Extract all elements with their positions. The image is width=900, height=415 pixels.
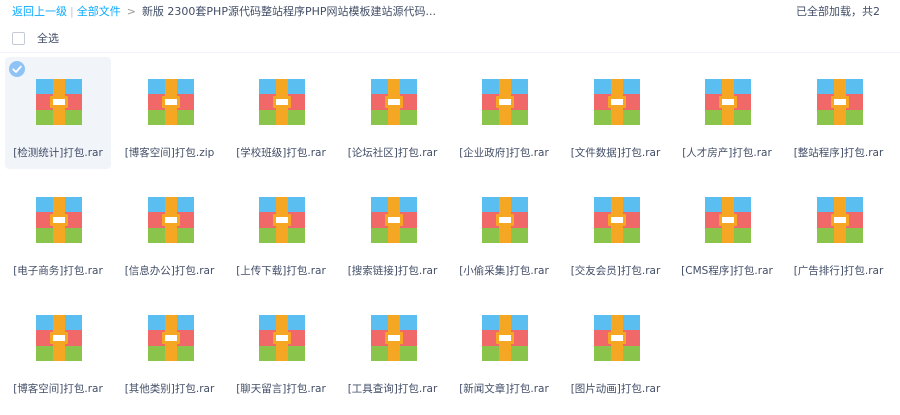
file-name[interactable]: [人才房产]打包.rar <box>674 145 780 160</box>
all-files-link[interactable]: 全部文件 <box>77 5 121 18</box>
file-name[interactable]: [CMS程序]打包.rar <box>674 263 780 278</box>
file-name[interactable]: [搜索链接]打包.rar <box>340 263 446 278</box>
archive-icon <box>593 79 640 125</box>
breadcrumb-arrow-icon: > <box>126 5 136 18</box>
archive-icon <box>705 197 751 243</box>
archive-icon <box>593 315 640 361</box>
archive-icon <box>482 197 528 243</box>
file-item[interactable]: [聊天留言]打包.rar <box>228 293 334 405</box>
file-item[interactable]: [小偷采集]打包.rar <box>451 175 557 287</box>
file-name[interactable]: [企业政府]打包.rar <box>451 145 557 160</box>
file-name[interactable]: [信息办公]打包.rar <box>117 263 223 278</box>
file-item[interactable]: [上传下载]打包.rar <box>228 175 334 287</box>
archive-icon <box>816 197 863 243</box>
file-item[interactable]: [图片动画]打包.rar <box>563 293 669 405</box>
file-name[interactable]: [论坛社区]打包.rar <box>340 145 446 160</box>
select-all-label[interactable]: 全选 <box>37 32 59 45</box>
file-item[interactable]: [博客空间]打包.zip <box>117 57 223 169</box>
file-name[interactable]: [学校班级]打包.rar <box>228 145 334 160</box>
file-name[interactable]: [其他类别]打包.rar <box>117 381 223 396</box>
select-all-checkbox[interactable] <box>12 31 25 45</box>
file-name[interactable]: [检测统计]打包.rar <box>5 145 111 160</box>
file-item[interactable]: [工具查询]打包.rar <box>340 293 446 405</box>
file-item[interactable]: [信息办公]打包.rar <box>117 175 223 287</box>
archive-icon <box>370 197 417 243</box>
file-item[interactable]: [CMS程序]打包.rar <box>674 175 780 287</box>
file-name[interactable]: [博客空间]打包.zip <box>117 145 223 160</box>
archive-icon <box>370 79 417 125</box>
file-name[interactable]: [电子商务]打包.rar <box>5 263 111 278</box>
archive-icon <box>147 315 194 361</box>
file-name[interactable]: [图片动画]打包.rar <box>563 381 669 396</box>
archive-icon <box>36 197 82 243</box>
file-item[interactable]: [论坛社区]打包.rar <box>340 57 446 169</box>
file-item[interactable]: [电子商务]打包.rar <box>5 175 111 287</box>
archive-icon <box>593 197 640 243</box>
file-name[interactable]: [上传下载]打包.rar <box>228 263 334 278</box>
file-name[interactable]: [新闻文章]打包.rar <box>451 381 557 396</box>
file-item[interactable]: [新闻文章]打包.rar <box>451 293 557 405</box>
archive-icon <box>259 315 305 361</box>
archive-icon <box>36 79 82 125</box>
back-link[interactable]: 返回上一级 <box>12 5 67 18</box>
archive-icon <box>259 79 305 125</box>
file-item[interactable]: [企业政府]打包.rar <box>451 57 557 169</box>
file-name[interactable]: [交友会员]打包.rar <box>563 263 669 278</box>
archive-icon <box>147 79 194 125</box>
file-item[interactable]: [人才房产]打包.rar <box>674 57 780 169</box>
file-name[interactable]: [小偷采集]打包.rar <box>451 263 557 278</box>
file-item[interactable]: [博客空间]打包.rar <box>5 293 111 405</box>
load-status: 已全部加载，共2 <box>796 5 880 18</box>
current-folder-name: 新版 2300套PHP源代码整站程序PHP网站模板建站源代码... <box>141 5 436 18</box>
archive-icon <box>816 79 863 125</box>
file-name[interactable]: [广告排行]打包.rar <box>786 263 892 278</box>
file-item[interactable]: [检测统计]打包.rar <box>5 57 111 169</box>
archive-icon <box>259 197 305 243</box>
archive-icon <box>482 315 528 361</box>
file-item[interactable]: [搜索链接]打包.rar <box>340 175 446 287</box>
file-item[interactable]: [文件数据]打包.rar <box>563 57 669 169</box>
archive-icon <box>705 79 751 125</box>
selected-check-icon[interactable] <box>9 61 25 77</box>
breadcrumb-separator: | <box>70 5 74 18</box>
file-item[interactable]: [其他类别]打包.rar <box>117 293 223 405</box>
file-item[interactable]: [整站程序]打包.rar <box>786 57 892 169</box>
top-bar: 返回上一级 | 全部文件 > 新版 2300套PHP源代码整站程序PHP网站模板建站源代… <box>0 0 900 24</box>
file-name[interactable]: [聊天留言]打包.rar <box>228 381 334 396</box>
select-all-row: 全选 <box>12 31 59 47</box>
file-item[interactable]: [学校班级]打包.rar <box>228 57 334 169</box>
file-name[interactable]: [整站程序]打包.rar <box>786 145 892 160</box>
archive-icon <box>482 79 528 125</box>
archive-icon <box>147 197 194 243</box>
file-name[interactable]: [博客空间]打包.rar <box>5 381 111 396</box>
header-divider <box>0 52 900 53</box>
archive-icon <box>370 315 417 361</box>
file-item[interactable]: [交友会员]打包.rar <box>563 175 669 287</box>
breadcrumb: 返回上一级 | 全部文件 > 新版 2300套PHP源代码整站程序PHP网站模板建站源代… <box>12 0 436 24</box>
file-item[interactable]: [广告排行]打包.rar <box>786 175 892 287</box>
file-name[interactable]: [工具查询]打包.rar <box>340 381 446 396</box>
file-name[interactable]: [文件数据]打包.rar <box>563 145 669 160</box>
archive-icon <box>36 315 82 361</box>
